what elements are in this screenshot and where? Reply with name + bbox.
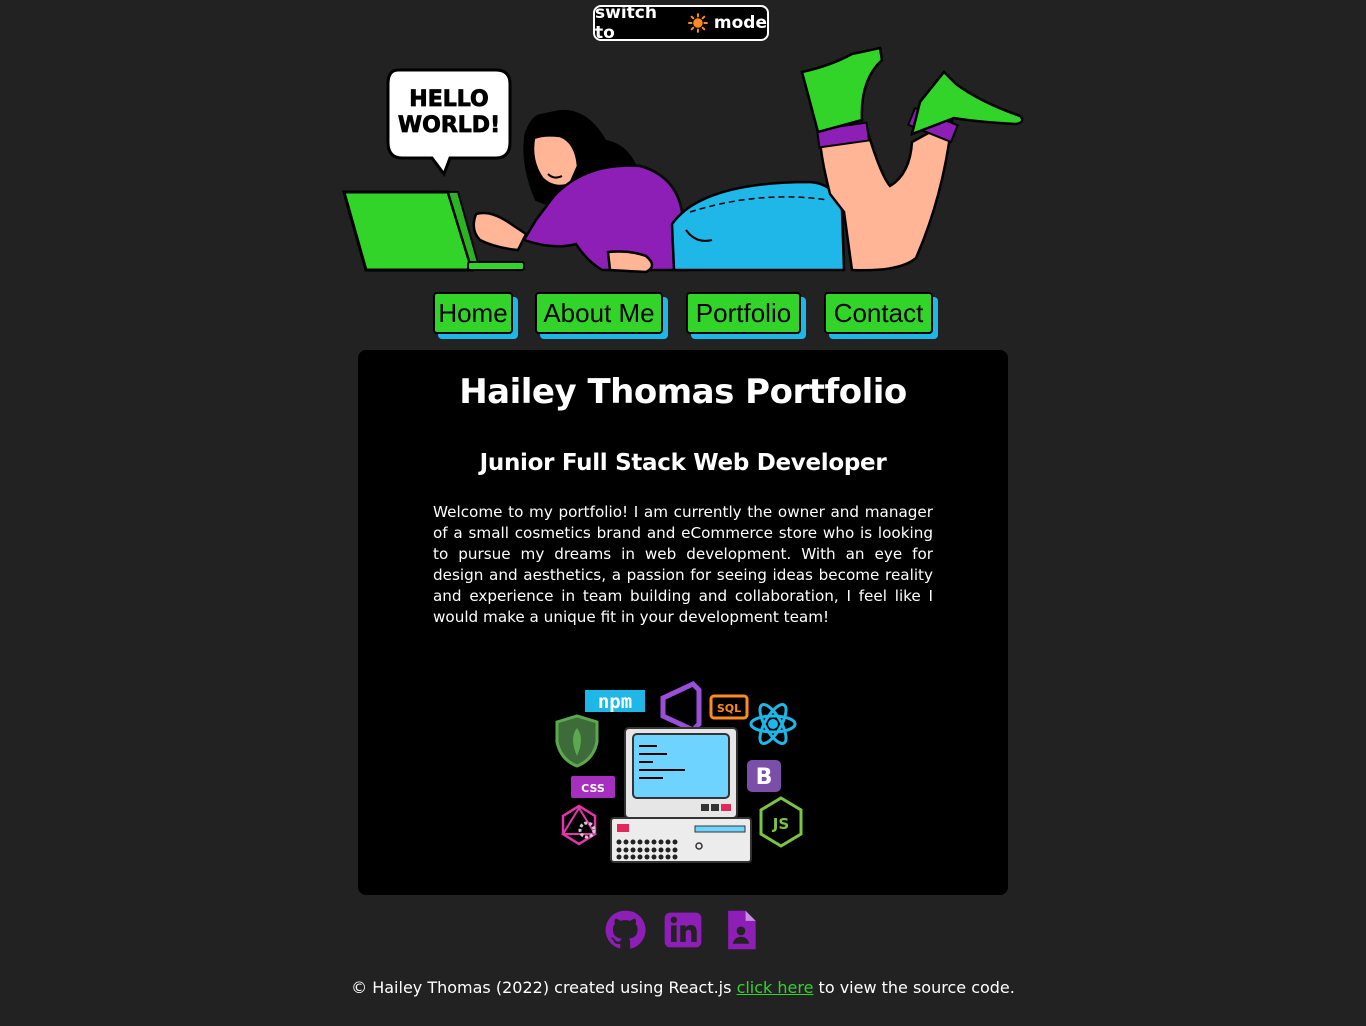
footer: © Hailey Thomas (2022) created using Rea…: [0, 978, 1366, 997]
bootstrap-label: B: [756, 765, 773, 790]
bubble-text-line1: HELLO: [409, 87, 488, 112]
css-label: CSS: [581, 782, 605, 795]
nodejs-label: JS: [772, 815, 789, 833]
github-icon[interactable]: [603, 906, 647, 954]
intro-paragraph: Welcome to my portfolio! I am currently …: [433, 503, 933, 626]
react-icon: [749, 703, 797, 745]
linkedin-icon[interactable]: [661, 906, 705, 954]
source-code-link[interactable]: click here: [737, 978, 814, 997]
computer-icon: [610, 727, 752, 863]
nodejs-icon: JS: [759, 796, 803, 848]
social-links: [0, 906, 1366, 954]
bubble-text-line2: WORLD!: [398, 113, 500, 138]
footer-text-before: © Hailey Thomas (2022) created using Rea…: [351, 978, 732, 997]
footer-text-after: to view the source code.: [818, 978, 1015, 997]
css-icon: CSS: [571, 776, 615, 798]
hero-illustration: HELLO WORLD!: [342, 46, 1024, 274]
page-title: Hailey Thomas Portfolio: [459, 372, 907, 412]
main-nav: Home About Me Portfolio Contact: [0, 292, 1366, 338]
npm-icon: npm: [585, 690, 645, 713]
theme-toggle-prefix: switch to: [595, 3, 657, 43]
npm-label: npm: [598, 691, 632, 713]
page-subtitle: Junior Full Stack Web Developer: [479, 450, 887, 476]
tech-stack-illustration: npm SQL CSS B JS: [555, 680, 803, 863]
visual-studio-icon: [660, 680, 702, 734]
sun-icon: [688, 13, 708, 33]
graphql-icon: [561, 804, 597, 846]
nav-home-button[interactable]: Home: [433, 292, 513, 334]
speech-bubble: HELLO WORLD!: [386, 68, 512, 178]
intro-card: Hailey Thomas Portfolio Junior Full Stac…: [358, 350, 1008, 895]
resume-icon[interactable]: [719, 906, 763, 954]
bootstrap-icon: B: [747, 760, 781, 792]
nav-contact-button[interactable]: Contact: [824, 292, 933, 334]
theme-toggle-suffix: mode: [713, 13, 767, 33]
theme-toggle-button[interactable]: switch to mode: [593, 3, 769, 43]
mongodb-icon: [555, 714, 599, 768]
sql-icon: SQL: [709, 694, 749, 720]
nav-about-button[interactable]: About Me: [535, 292, 663, 334]
nav-portfolio-button[interactable]: Portfolio: [686, 292, 801, 334]
sql-label: SQL: [717, 702, 741, 715]
